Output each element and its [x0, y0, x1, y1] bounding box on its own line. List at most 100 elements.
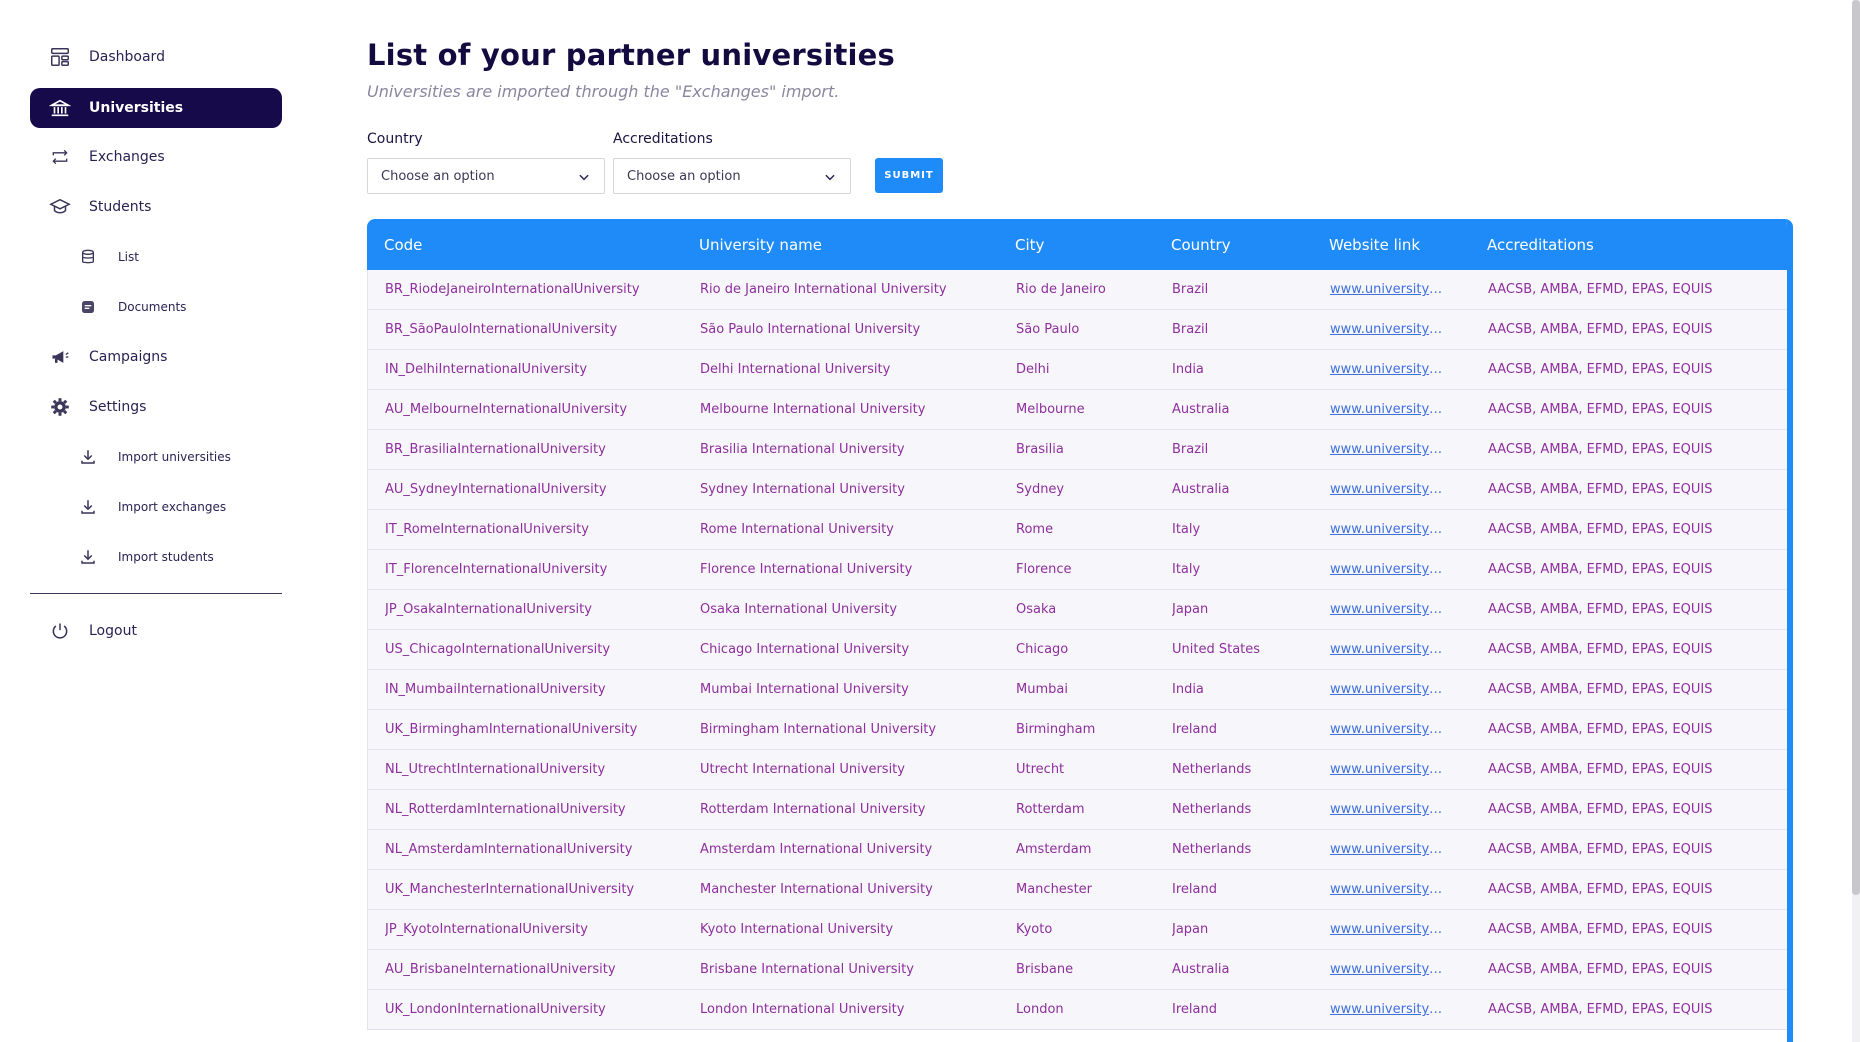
table-row[interactable]: UK_BirminghamInternationalUniversity Birm…	[367, 710, 1787, 750]
table-row[interactable]: BR_SãoPauloInternationalUniversity São Pa…	[367, 310, 1787, 350]
cell-university-name: Rio de Janeiro International University	[700, 282, 947, 297]
table-row[interactable]: AU_BrisbaneInternationalUniversity Brisba…	[367, 950, 1787, 990]
column-header-university-name[interactable]: University name	[699, 236, 822, 254]
column-header-code[interactable]: Code	[384, 236, 422, 254]
sidebar-item-import-exchanges[interactable]: Import exchanges	[30, 487, 282, 527]
cell-country: Australia	[1172, 482, 1230, 497]
table-row[interactable]: IT_FlorenceInternationalUniversity Floren…	[367, 550, 1787, 590]
table-row[interactable]: IN_DelhiInternationalUniversity Delhi Int…	[367, 350, 1787, 390]
cell-accreditations: AACSB, AMBA, EFMD, EPAS, EQUIS	[1488, 962, 1713, 977]
chevron-down-icon	[823, 169, 837, 183]
cell-country: Italy	[1172, 562, 1201, 577]
table-row[interactable]: UK_LondonInternationalUniversity London I…	[367, 990, 1787, 1030]
table-row[interactable]: US_ChicagoInternationalUniversity Chicago…	[367, 630, 1787, 670]
submit-button[interactable]: SUBMIT	[875, 158, 943, 193]
cell-website-link[interactable]: www.universitywebsite.com	[1330, 722, 1452, 737]
cell-code: BR_RiodeJaneiroInternationalUniversity	[385, 282, 640, 297]
cell-accreditations: AACSB, AMBA, EFMD, EPAS, EQUIS	[1488, 882, 1713, 897]
sidebar-item-import-universities[interactable]: Import universities	[30, 437, 282, 477]
sidebar-item-label: Campaigns	[89, 349, 168, 365]
cell-city: Manchester	[1016, 882, 1093, 897]
cell-university-name: Brisbane International University	[700, 962, 914, 977]
sidebar-item-label: Students	[89, 199, 152, 215]
cell-university-name: Kyoto International University	[700, 922, 894, 937]
sidebar-item-import-students[interactable]: Import students	[30, 537, 282, 577]
table-row[interactable]: NL_UtrechtInternationalUniversity Utrecht…	[367, 750, 1787, 790]
cell-website-link[interactable]: www.universitywebsite.com	[1330, 882, 1452, 897]
table-row[interactable]: BR_BrasiliaInternationalUniversity Brasil…	[367, 430, 1787, 470]
table-header: Code University name City Country Websit…	[367, 219, 1787, 270]
cell-website-link[interactable]: www.universitywebsite.com	[1330, 402, 1452, 417]
cell-city: Osaka	[1016, 602, 1057, 617]
cell-university-name: Manchester International University	[700, 882, 933, 897]
download-icon	[78, 447, 98, 467]
sidebar-item-campaigns[interactable]: Campaigns	[30, 337, 282, 377]
column-header-city[interactable]: City	[1015, 236, 1044, 254]
cell-accreditations: AACSB, AMBA, EFMD, EPAS, EQUIS	[1488, 562, 1713, 577]
sidebar-item-universities[interactable]: Universities	[30, 88, 282, 128]
table-row[interactable]: AU_SydneyInternationalUniversity Sydney I…	[367, 470, 1787, 510]
cell-website-link[interactable]: www.universitywebsite.com	[1330, 922, 1452, 937]
cell-city: Sydney	[1016, 482, 1065, 497]
table-row[interactable]: IT_RomeInternationalUniversity Rome Inter…	[367, 510, 1787, 550]
sidebar-item-label: Documents	[118, 300, 187, 314]
cell-city: Delhi	[1016, 362, 1050, 377]
table-row[interactable]: IN_MumbaiInternationalUniversity Mumbai I…	[367, 670, 1787, 710]
cell-website-link[interactable]: www.universitywebsite.com	[1330, 522, 1452, 537]
sidebar: Dashboard Universities Exchanges Student…	[0, 0, 300, 1042]
sidebar-item-dashboard[interactable]: Dashboard	[30, 37, 282, 77]
cell-website-link[interactable]: www.universitywebsite.com	[1330, 282, 1452, 297]
page-subtitle: Universities are imported through the "E…	[367, 82, 840, 101]
cell-website-link[interactable]: www.universitywebsite.com	[1330, 962, 1452, 977]
table-row[interactable]: BR_RiodeJaneiroInternationalUniversity Ri…	[367, 270, 1787, 310]
cell-accreditations: AACSB, AMBA, EFMD, EPAS, EQUIS	[1488, 802, 1713, 817]
column-header-country[interactable]: Country	[1171, 236, 1231, 254]
document-icon	[78, 297, 98, 317]
cell-code: IT_FlorenceInternationalUniversity	[385, 562, 608, 577]
cell-country: Japan	[1172, 602, 1209, 617]
cell-website-link[interactable]: www.universitywebsite.com	[1330, 322, 1452, 337]
country-select[interactable]: Choose an option	[367, 158, 605, 194]
column-header-accreditations[interactable]: Accreditations	[1487, 236, 1594, 254]
sidebar-item-documents[interactable]: Documents	[30, 287, 282, 327]
table-row[interactable]: NL_RotterdamInternationalUniversity Rotte…	[367, 790, 1787, 830]
table-row[interactable]: AU_MelbourneInternationalUniversity Melbo…	[367, 390, 1787, 430]
cell-website-link[interactable]: www.universitywebsite.com	[1330, 482, 1452, 497]
sidebar-item-logout[interactable]: Logout	[30, 611, 282, 651]
sidebar-item-settings[interactable]: Settings	[30, 387, 282, 427]
cell-website-link[interactable]: www.universitywebsite.com	[1330, 602, 1452, 617]
sidebar-item-students[interactable]: Students	[30, 187, 282, 227]
sidebar-item-label: Import exchanges	[118, 500, 227, 514]
cell-website-link[interactable]: www.universitywebsite.com	[1330, 762, 1452, 777]
table-row[interactable]: JP_OsakaInternationalUniversity Osaka Int…	[367, 590, 1787, 630]
cell-website-link[interactable]: www.universitywebsite.com	[1330, 802, 1452, 817]
sidebar-item-list[interactable]: List	[30, 237, 282, 277]
sidebar-item-label: Exchanges	[89, 149, 165, 165]
table-row[interactable]: UK_ManchesterInternationalUniversity Manc…	[367, 870, 1787, 910]
megaphone-icon	[48, 345, 72, 369]
cell-accreditations: AACSB, AMBA, EFMD, EPAS, EQUIS	[1488, 602, 1713, 617]
cell-website-link[interactable]: www.universitywebsite.com	[1330, 442, 1452, 457]
column-header-website-link[interactable]: Website link	[1329, 236, 1420, 254]
accreditations-select[interactable]: Choose an option	[613, 158, 851, 194]
cell-website-link[interactable]: www.universitywebsite.com	[1330, 682, 1452, 697]
cell-website-link[interactable]: www.universitywebsite.com	[1330, 842, 1452, 857]
cell-country: India	[1172, 362, 1204, 377]
cell-website-link[interactable]: www.universitywebsite.com	[1330, 642, 1452, 657]
cell-code: UK_BirminghamInternationalUniversity	[385, 722, 638, 737]
cell-country: Netherlands	[1172, 762, 1252, 777]
cell-country: Brazil	[1172, 322, 1209, 337]
table-row[interactable]: NL_AmsterdamInternationalUniversity Amste…	[367, 830, 1787, 870]
sidebar-item-exchanges[interactable]: Exchanges	[30, 137, 282, 177]
sidebar-item-label: Logout	[89, 623, 137, 639]
cell-country: Ireland	[1172, 722, 1217, 737]
page-scrollbar-thumb[interactable]	[1852, 0, 1860, 895]
cell-website-link[interactable]: www.universitywebsite.com	[1330, 1002, 1452, 1017]
cell-country: Ireland	[1172, 882, 1217, 897]
cell-website-link[interactable]: www.universitywebsite.com	[1330, 362, 1452, 377]
cell-country: Australia	[1172, 962, 1230, 977]
cell-website-link[interactable]: www.universitywebsite.com	[1330, 562, 1452, 577]
table-row[interactable]: JP_KyotoInternationalUniversity Kyoto Int…	[367, 910, 1787, 950]
cell-country: United States	[1172, 642, 1261, 657]
sidebar-item-label: Settings	[89, 399, 147, 415]
